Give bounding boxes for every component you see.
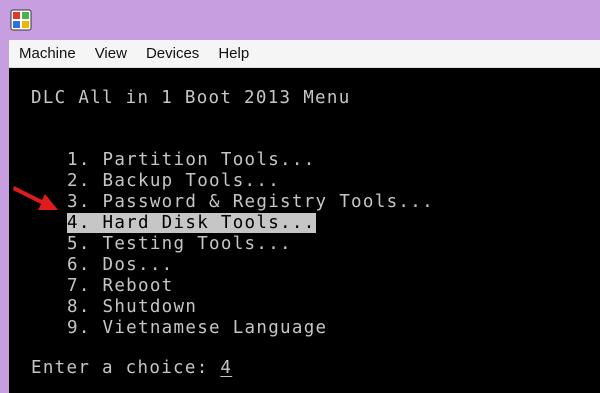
menu-view[interactable]: View	[86, 40, 137, 67]
console-screen[interactable]: DLC All in 1 Boot 2013 Menu 1. Partition…	[9, 68, 600, 393]
boot-menu-option-label: 1. Partition Tools...	[67, 150, 316, 170]
boot-menu-option[interactable]: 4. Hard Disk Tools...	[67, 213, 434, 234]
boot-menu-option[interactable]: 1. Partition Tools...	[67, 150, 434, 171]
boot-menu-option-label: 4. Hard Disk Tools...	[67, 213, 316, 233]
menu-machine[interactable]: Machine	[9, 40, 86, 67]
title-bar[interactable]	[0, 0, 600, 40]
boot-menu-option-label: 7. Reboot	[67, 276, 174, 296]
boot-menu-option[interactable]: 5. Testing Tools...	[67, 234, 434, 255]
menu-devices[interactable]: Devices	[137, 40, 209, 67]
prompt-label: Enter a choice:	[31, 358, 221, 378]
boot-menu-option[interactable]: 2. Backup Tools...	[67, 171, 434, 192]
boot-menu-option-label: 8. Shutdown	[67, 297, 198, 317]
red-arrow-icon	[13, 186, 58, 210]
boot-menu-option-label: 2. Backup Tools...	[67, 171, 281, 191]
choice-input[interactable]: 4	[220, 358, 232, 378]
menu-bar: Machine View Devices Help	[9, 40, 600, 68]
boot-menu-list: 1. Partition Tools... 2. Backup Tools... 3…	[67, 150, 434, 339]
boot-menu-title: DLC All in 1 Boot 2013 Menu	[31, 88, 351, 108]
boot-menu-option[interactable]: 6. Dos...	[67, 255, 434, 276]
menu-help[interactable]: Help	[209, 40, 259, 67]
boot-menu-option-label: 3. Password & Registry Tools...	[67, 192, 434, 212]
boot-menu-option[interactable]: 9. Vietnamese Language	[67, 318, 434, 339]
vm-window: Machine View Devices Help DLC All in 1 B…	[0, 0, 600, 393]
virtualbox-app-icon[interactable]	[10, 9, 32, 31]
choice-prompt[interactable]: Enter a choice: 4	[31, 358, 232, 379]
boot-menu-option-label: 9. Vietnamese Language	[67, 318, 328, 338]
boot-menu-option-label: 5. Testing Tools...	[67, 234, 292, 254]
boot-menu-option[interactable]: 8. Shutdown	[67, 297, 434, 318]
boot-menu-option-label: 6. Dos...	[67, 255, 174, 275]
boot-menu-option[interactable]: 3. Password & Registry Tools...	[67, 192, 434, 213]
boot-menu-option[interactable]: 7. Reboot	[67, 276, 434, 297]
